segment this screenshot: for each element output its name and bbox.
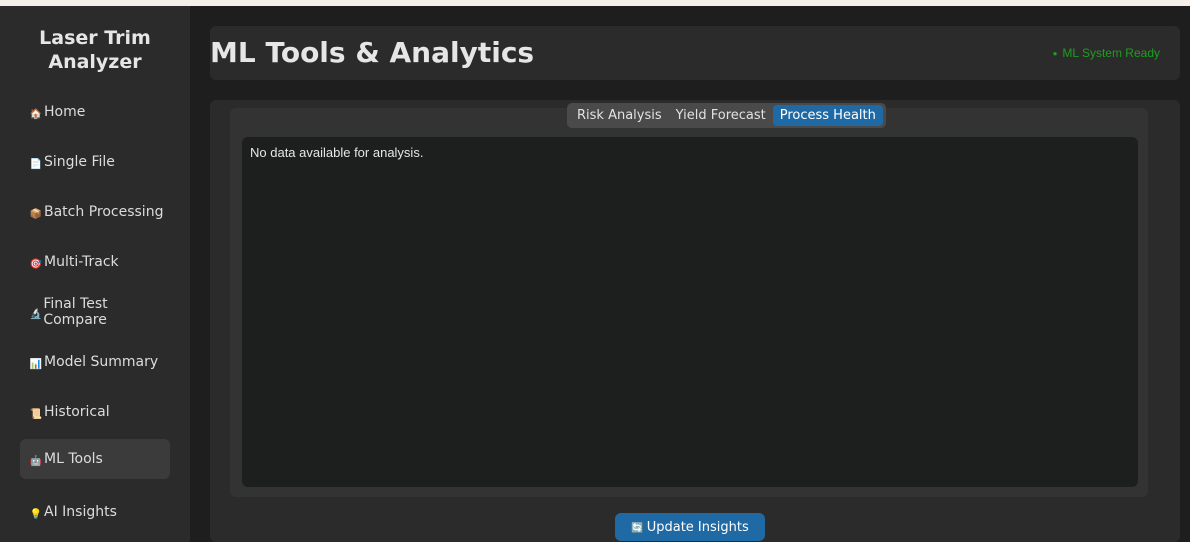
sidebar-item-ai-insights[interactable]: 💡 AI Insights: [20, 492, 170, 532]
tab-process-health[interactable]: Process Health: [772, 105, 883, 126]
tab-risk-analysis[interactable]: Risk Analysis: [570, 105, 669, 126]
app-title-line1: Laser Trim: [39, 27, 151, 49]
page-title: ML Tools & Analytics: [210, 36, 535, 69]
sidebar-item-multi-track[interactable]: 🎯 Multi-Track: [20, 242, 170, 282]
tab-yield-forecast[interactable]: Yield Forecast: [669, 105, 773, 126]
package-icon: 📦: [29, 208, 43, 220]
sidebar-item-label: Batch Processing: [44, 204, 164, 220]
update-insights-label: Update Insights: [646, 519, 749, 535]
target-icon: 🎯: [29, 258, 43, 270]
analysis-message: No data available for analysis.: [250, 145, 424, 160]
status-dot-icon: ●: [1052, 48, 1058, 58]
refresh-icon: 🔄: [631, 523, 644, 534]
sidebar-item-model-summary[interactable]: 📊 Model Summary: [20, 342, 170, 382]
app-title-line2: Analyzer: [48, 51, 142, 73]
document-icon: 📄: [29, 158, 43, 170]
scroll-icon: 📜: [29, 408, 43, 420]
sidebar-item-label: Final Test Compare: [43, 296, 108, 328]
sidebar-item-batch-processing[interactable]: 📦 Batch Processing: [20, 192, 170, 232]
sidebar: Laser Trim Analyzer 🏠 Home 📄 Single File…: [0, 6, 190, 542]
page-header: ML Tools & Analytics ● ML System Ready: [210, 26, 1180, 80]
sidebar-item-final-test-compare[interactable]: 🔬 Final Test Compare: [20, 292, 170, 332]
sidebar-item-home[interactable]: 🏠 Home: [20, 92, 170, 132]
update-insights-button[interactable]: 🔄 Update Insights: [615, 513, 765, 541]
status-text: ML System Ready: [1062, 46, 1160, 60]
microscope-icon: 🔬: [29, 308, 42, 320]
main-panel: Risk Analysis Yield Forecast Process Hea…: [210, 100, 1180, 542]
robot-icon: 🤖: [29, 455, 43, 467]
sidebar-item-label: ML Tools: [44, 451, 103, 467]
sidebar-item-historical[interactable]: 📜 Historical: [20, 392, 170, 432]
sidebar-item-label: Home: [44, 104, 86, 120]
analysis-output-textbox[interactable]: No data available for analysis.: [242, 137, 1138, 487]
sidebar-item-label: Model Summary: [44, 354, 159, 370]
chart-icon: 📊: [29, 358, 43, 370]
house-icon: 🏠: [29, 108, 43, 120]
status-indicator: ● ML System Ready: [1053, 46, 1160, 60]
sidebar-item-single-file[interactable]: 📄 Single File: [20, 142, 170, 182]
tab-bar: Risk Analysis Yield Forecast Process Hea…: [567, 103, 886, 128]
sidebar-item-ml-tools[interactable]: 🤖 ML Tools: [20, 439, 170, 479]
sidebar-item-label: AI Insights: [44, 504, 117, 520]
sidebar-item-label: Single File: [44, 154, 115, 170]
app-title: Laser Trim Analyzer: [0, 26, 190, 74]
insights-tabview: Risk Analysis Yield Forecast Process Hea…: [230, 103, 1148, 497]
sidebar-item-label: Multi-Track: [44, 254, 119, 270]
sidebar-item-label: Historical: [44, 404, 110, 420]
lightbulb-icon: 💡: [29, 508, 43, 520]
